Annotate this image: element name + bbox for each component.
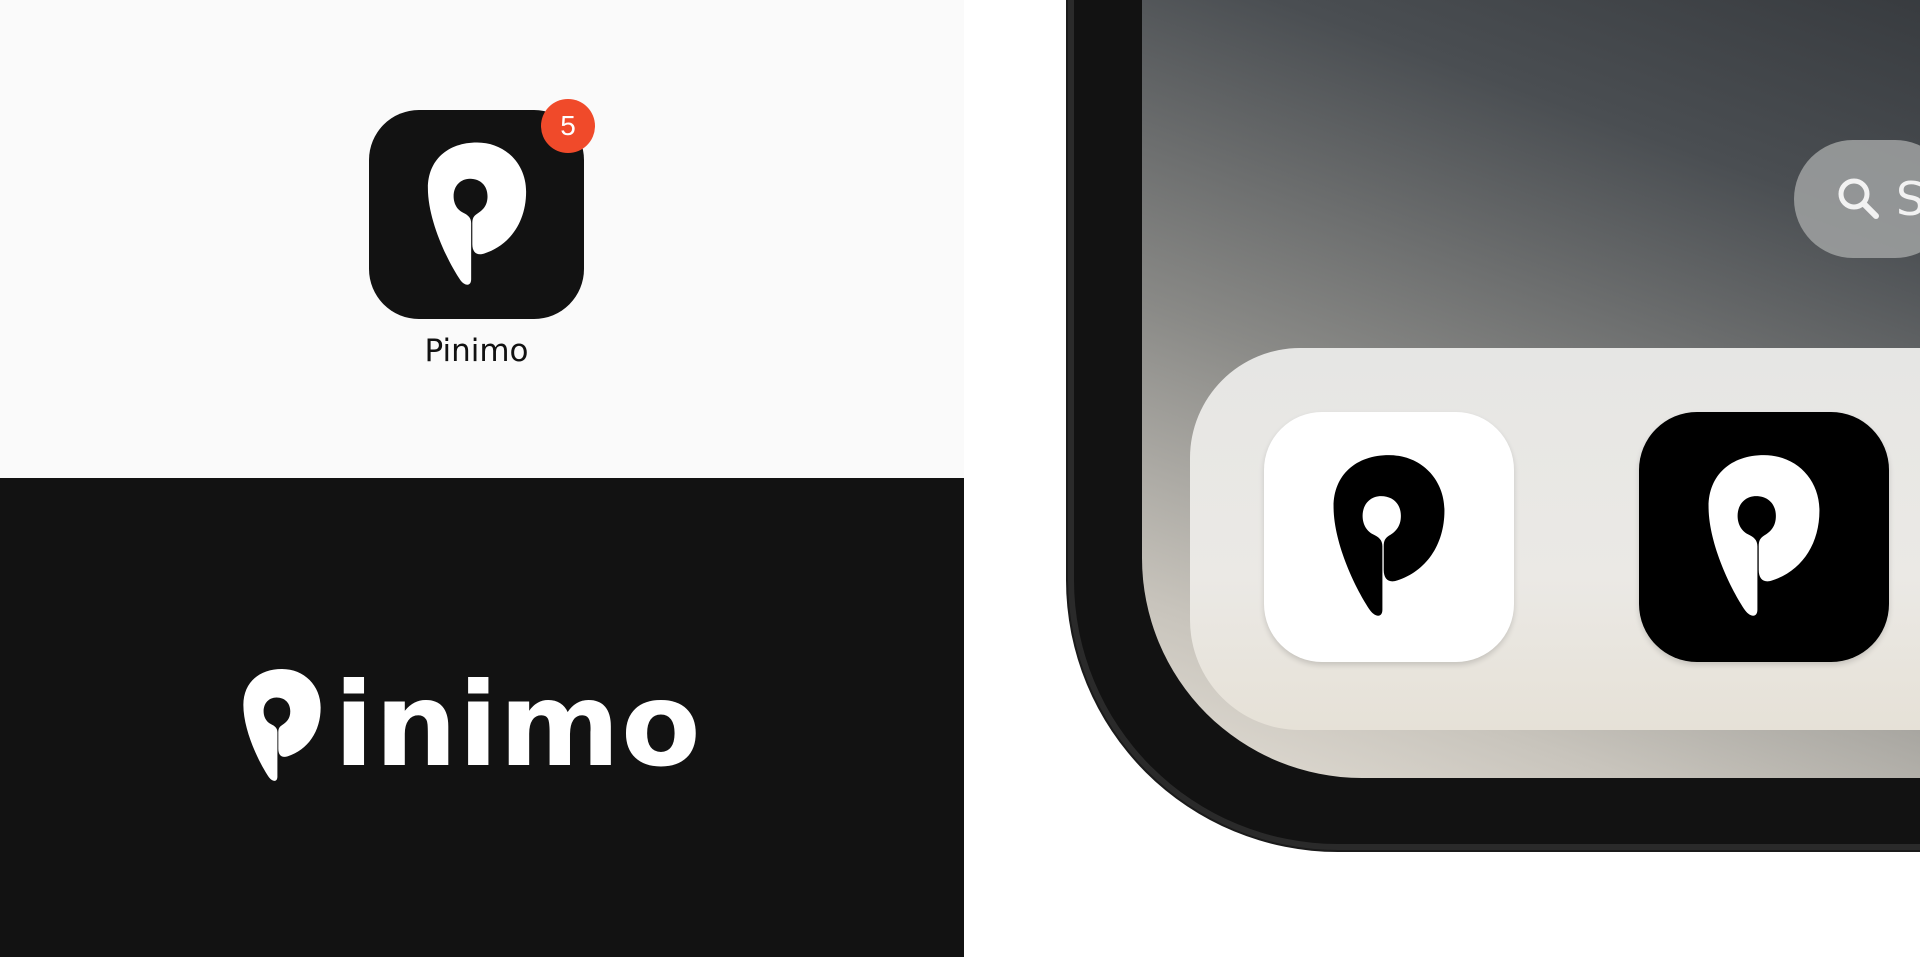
home-search-button[interactable]: S [1794,140,1920,258]
wordmark-text: inimo [334,658,702,793]
dock-app-icon-light[interactable] [1264,412,1514,662]
app-label: Pinimo [424,333,529,369]
pin-logo-icon [1708,455,1820,616]
notification-badge: 5 [541,99,595,153]
pin-logo-icon [1333,455,1445,616]
wordmark-logo: inimo [236,650,702,790]
search-label: S [1896,172,1920,226]
pin-logo-icon [427,142,526,285]
search-icon [1838,178,1879,219]
pin-logo-icon [243,668,321,781]
dock-app-icon-dark[interactable] [1639,412,1889,662]
